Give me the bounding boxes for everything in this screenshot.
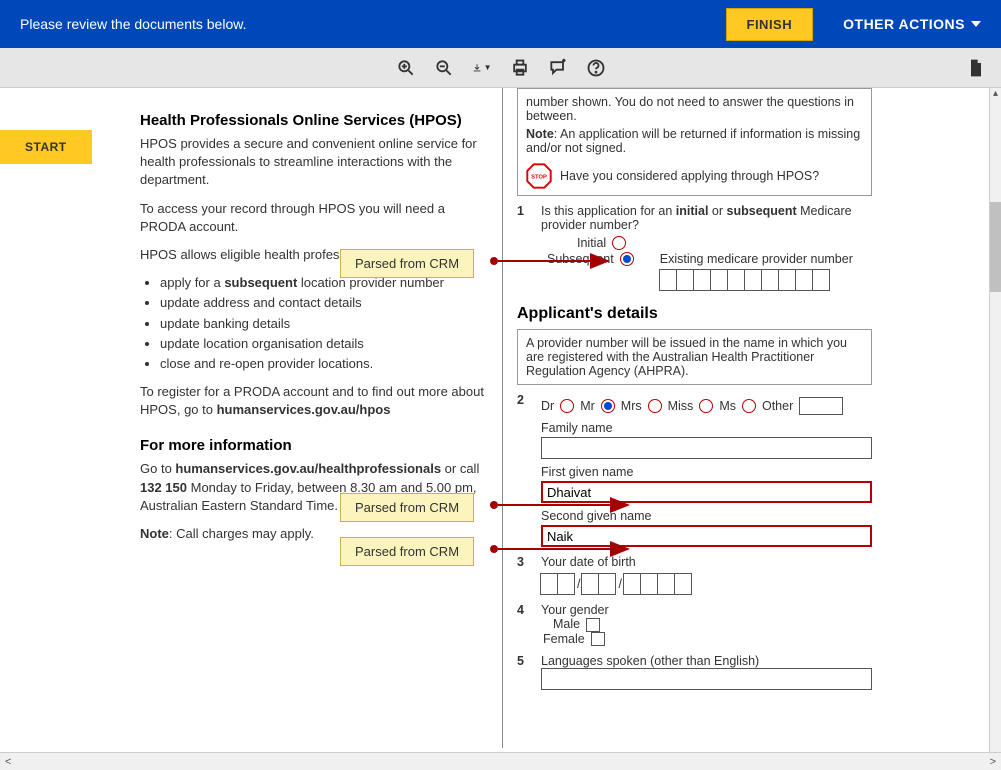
gender-label: Your gender [541,603,872,617]
column-divider [502,88,503,748]
other-actions-dropdown[interactable]: OTHER ACTIONS [843,16,981,32]
applicant-details-heading: Applicant's details [517,305,872,323]
second-name-input[interactable] [541,525,872,547]
subsequent-label: Subsequent [547,252,614,266]
document-toolbar: ▼ [0,48,1001,88]
dr-radio[interactable] [560,399,574,413]
title-miss: Miss [668,399,694,413]
male-label: Male [553,617,580,631]
ms-radio[interactable] [742,399,756,413]
scroll-up-icon[interactable]: ▴ [990,88,1001,102]
return-note: Note: An application will be returned if… [526,127,863,155]
first-name-input[interactable] [541,481,872,503]
mr-radio[interactable] [601,399,615,413]
family-name-input[interactable] [541,437,872,459]
help-icon[interactable] [586,58,606,78]
other-title-box[interactable] [799,397,843,415]
review-message: Please review the documents below. [20,16,246,32]
vertical-scrollbar[interactable]: ▴ [989,88,1001,752]
register-proda: To register for a PRODA account and to f… [140,383,485,419]
zoom-in-icon[interactable] [396,58,416,78]
question-number: 1 [517,204,531,232]
title-mr: Mr [580,399,595,413]
second-name-label: Second given name [541,509,872,523]
first-name-label: First given name [541,465,872,479]
list-item: close and re-open provider locations. [160,355,485,373]
download-icon[interactable]: ▼ [472,58,492,78]
title-ms: Ms [719,399,736,413]
dob-input[interactable]: // [541,573,872,595]
zoom-out-icon[interactable] [434,58,454,78]
top-info-box: number shown. You do not need to answer … [517,88,872,196]
stop-question: Have you considered applying through HPO… [560,169,819,183]
horizontal-scrollbar[interactable]: < > [0,752,1001,770]
initial-label: Initial [577,236,606,250]
more-info-heading: For more information [140,435,485,456]
family-name-label: Family name [541,421,872,435]
crm-callout-1: Parsed from CRM [340,249,474,278]
existing-provider-cells[interactable] [660,269,853,291]
stop-icon: STOP [526,163,552,189]
initial-radio[interactable] [612,236,626,250]
existing-label: Existing medicare provider number [660,252,853,266]
title-mrs: Mrs [621,399,642,413]
miss-radio[interactable] [699,399,713,413]
mrs-radio[interactable] [648,399,662,413]
scroll-right-icon[interactable]: > [985,756,1001,768]
document-page: Health Professionals Online Services (HP… [100,88,890,748]
top-note-trail: number shown. You do not need to answer … [526,95,863,123]
list-item: update location organisation details [160,335,485,353]
chevron-down-icon [971,21,981,27]
languages-input[interactable] [541,668,872,690]
question-number: 3 [517,555,531,595]
question-1: Is this application for an initial or su… [541,204,872,232]
languages-label: Languages spoken (other than English) [541,654,872,668]
question-number: 5 [517,654,531,690]
dob-label: Your date of birth [541,555,872,569]
list-item: update address and contact details [160,294,485,312]
subsequent-radio[interactable] [620,252,634,266]
comment-icon[interactable] [548,58,568,78]
ahpra-note: A provider number will be issued in the … [517,329,872,385]
title-other: Other [762,399,793,413]
hpos-intro: HPOS provides a secure and convenient on… [140,135,485,190]
male-checkbox[interactable] [586,618,600,632]
crm-callout-3: Parsed from CRM [340,537,474,566]
document-icon[interactable] [966,58,986,78]
start-button[interactable]: START [0,130,92,164]
hpos-heading: Health Professionals Online Services (HP… [140,110,485,131]
list-item: update banking details [160,315,485,333]
finish-button[interactable]: FINISH [726,8,814,41]
female-label: Female [543,632,585,646]
scroll-thumb[interactable] [990,202,1001,292]
scroll-left-icon[interactable]: < [0,756,16,768]
hpos-proda: To access your record through HPOS you w… [140,200,485,236]
crm-callout-2: Parsed from CRM [340,493,474,522]
other-actions-label: OTHER ACTIONS [843,16,965,32]
title-dr: Dr [541,399,554,413]
question-number: 4 [517,603,531,646]
print-icon[interactable] [510,58,530,78]
female-checkbox[interactable] [591,632,605,646]
svg-text:STOP: STOP [531,175,547,181]
question-number: 2 [517,393,531,547]
chevron-down-icon: ▼ [484,63,492,72]
